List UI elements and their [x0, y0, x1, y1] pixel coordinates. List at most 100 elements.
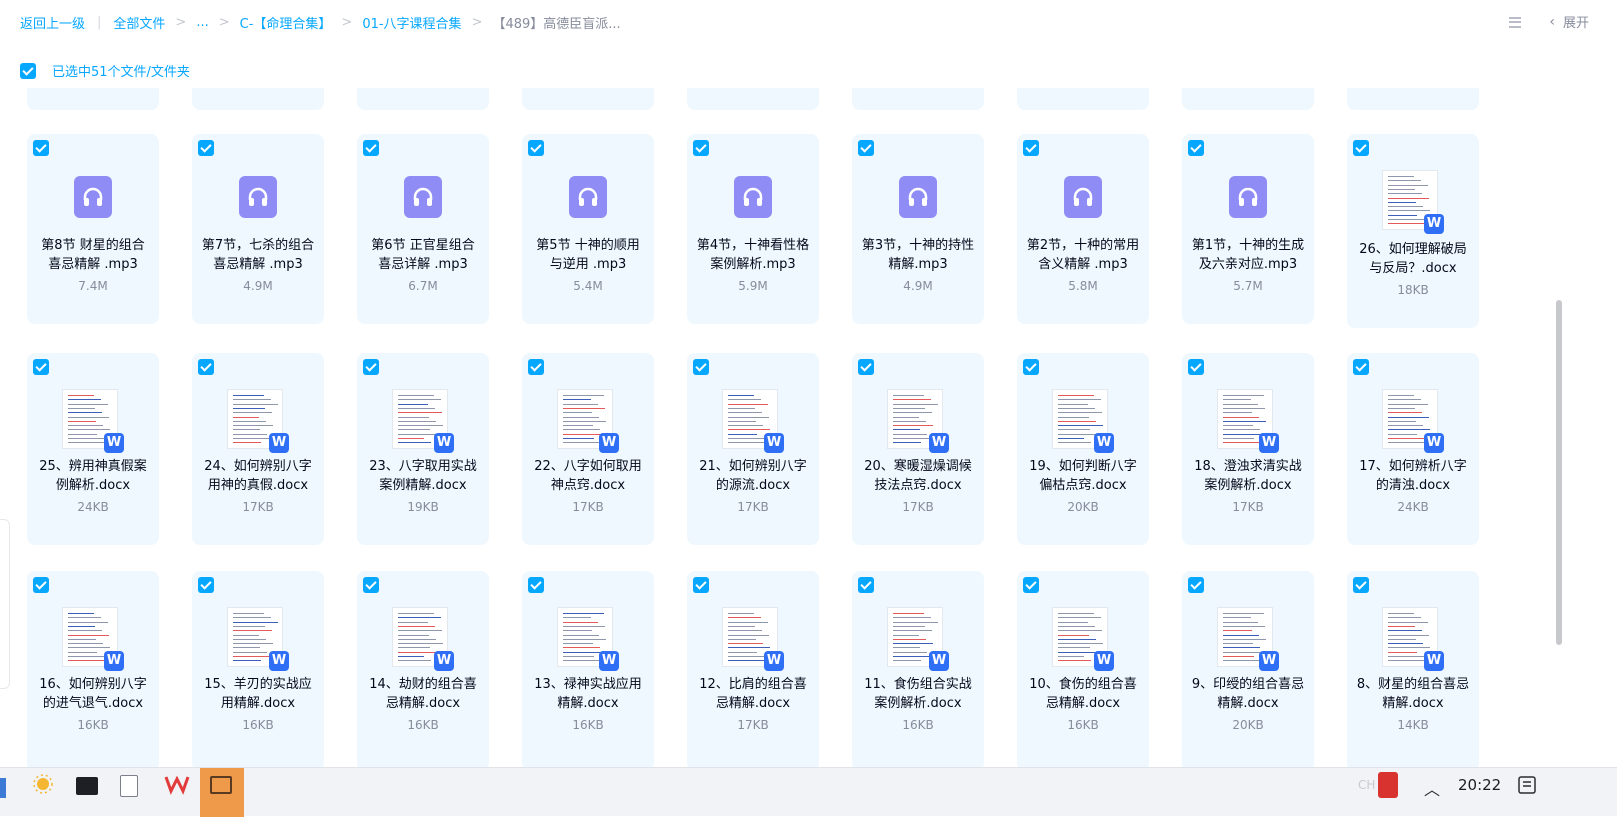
file-size: 5.7M — [1233, 279, 1263, 293]
file-checkbox[interactable] — [198, 140, 214, 156]
file-checkbox[interactable] — [363, 140, 379, 156]
file-card[interactable]: W 16、如何辨别八字 的进气退气.docx 16KB — [27, 571, 159, 771]
file-card[interactable]: W 21、如何辨别八字 的源流.docx 17KB — [687, 353, 819, 545]
file-name-line1: 17、如何辨析八字 — [1359, 459, 1467, 474]
card-stub[interactable] — [1347, 88, 1479, 110]
expand-button[interactable]: ‹ 展开 — [1549, 12, 1589, 32]
file-card[interactable]: 第4节，十神看性格 案例解析.mp3 5.9M — [687, 134, 819, 324]
file-card[interactable]: W 19、如何判断八字 偏枯点窍.docx 20KB — [1017, 353, 1149, 545]
notepad-app-icon[interactable] — [120, 775, 138, 797]
breadcrumb-crumb2[interactable]: 01-八字课程合集 — [362, 13, 461, 32]
file-checkbox[interactable] — [1023, 140, 1039, 156]
file-card[interactable]: 第5节 十神的顺用 与逆用 .mp3 5.4M — [522, 134, 654, 324]
file-checkbox[interactable] — [363, 577, 379, 593]
file-name-line1: 第1节，十神的生成 — [1191, 238, 1305, 253]
file-checkbox[interactable] — [858, 140, 874, 156]
file-size: 16KB — [1067, 718, 1099, 732]
file-checkbox[interactable] — [858, 359, 874, 375]
taskbar-app-icon[interactable] — [0, 778, 6, 798]
file-card[interactable]: 第6节 正官星组合 喜忌详解 .mp3 6.7M — [357, 134, 489, 324]
input-language[interactable]: CH — [1358, 778, 1375, 792]
card-stub[interactable] — [1017, 88, 1149, 110]
file-card[interactable]: W 14、劫财的组合喜 忌精解.docx 16KB — [357, 571, 489, 771]
file-checkbox[interactable] — [693, 577, 709, 593]
file-checkbox[interactable] — [693, 359, 709, 375]
file-name-line2: 及六亲对应.mp3 — [1198, 257, 1298, 272]
file-card[interactable]: W 10、食伤的组合喜 忌精解.docx 16KB — [1017, 571, 1149, 771]
file-card[interactable]: 第7节，七杀的组合 喜忌精解 .mp3 4.9M — [192, 134, 324, 324]
terminal-app-icon[interactable] — [76, 777, 98, 795]
breadcrumb-divider: | — [97, 15, 102, 30]
card-stub[interactable] — [27, 88, 159, 110]
file-checkbox[interactable] — [1023, 577, 1039, 593]
file-card[interactable]: W 8、财星的组合喜忌 精解.docx 14KB — [1347, 571, 1479, 771]
file-checkbox[interactable] — [1353, 140, 1369, 156]
file-card[interactable]: W 11、食伤组合实战 案例解析.docx 16KB — [852, 571, 984, 771]
file-checkbox[interactable] — [198, 359, 214, 375]
file-checkbox[interactable] — [858, 577, 874, 593]
active-window-tab[interactable] — [200, 768, 244, 817]
file-checkbox[interactable] — [33, 577, 49, 593]
card-stub[interactable] — [1182, 88, 1314, 110]
file-card[interactable]: W 25、辨用神真假案 例解析.docx 24KB — [27, 353, 159, 545]
file-card[interactable]: 第8节 财星的组合 喜忌精解 .mp3 7.4M — [27, 134, 159, 324]
file-checkbox[interactable] — [1188, 359, 1204, 375]
chevron-up-icon[interactable]: ︿ — [1424, 776, 1454, 806]
file-checkbox[interactable] — [528, 577, 544, 593]
file-name-line2: 忌精解.docx — [715, 696, 791, 711]
file-card[interactable]: W 17、如何辨析八字 的清浊.docx 24KB — [1347, 353, 1479, 545]
taskbar-clock[interactable]: 20:22 — [1458, 776, 1501, 794]
sun-app-icon[interactable] — [32, 773, 62, 803]
file-card[interactable]: W 22、八字如何取用 神点窍.docx 17KB — [522, 353, 654, 545]
notification-icon[interactable] — [1518, 776, 1536, 794]
word-doc-icon: W — [227, 607, 289, 671]
file-card[interactable]: W 15、羊刃的实战应 用精解.docx 16KB — [192, 571, 324, 771]
file-checkbox[interactable] — [1188, 140, 1204, 156]
file-card[interactable]: W 23、八字取用实战 案例精解.docx 19KB — [357, 353, 489, 545]
file-checkbox[interactable] — [1353, 359, 1369, 375]
headphones-icon — [404, 176, 442, 218]
file-card[interactable]: W 24、如何辨别八字 用神的真假.docx 17KB — [192, 353, 324, 545]
breadcrumb-all-files[interactable]: 全部文件 — [113, 13, 165, 32]
select-all-checkbox[interactable] — [20, 62, 36, 79]
file-checkbox[interactable] — [33, 359, 49, 375]
input-method-icon[interactable] — [1378, 772, 1398, 798]
file-card[interactable]: W 12、比肩的组合喜 忌精解.docx 17KB — [687, 571, 819, 771]
file-size: 5.4M — [573, 279, 603, 293]
file-name-line1: 第2节，十种的常用 — [1026, 238, 1140, 253]
file-checkbox[interactable] — [33, 140, 49, 156]
file-name-line1: 第8节 财星的组合 — [41, 238, 145, 253]
file-card[interactable]: 第1节，十神的生成 及六亲对应.mp3 5.7M — [1182, 134, 1314, 324]
file-checkbox[interactable] — [1188, 577, 1204, 593]
card-stub[interactable] — [192, 88, 324, 110]
breadcrumb-crumb1[interactable]: C-【命理合集】 — [240, 13, 332, 32]
file-card[interactable]: 第3节，十神的持性 精解.mp3 4.9M — [852, 134, 984, 324]
card-stub[interactable] — [852, 88, 984, 110]
file-checkbox[interactable] — [693, 140, 709, 156]
file-checkbox[interactable] — [528, 140, 544, 156]
wps-app-icon[interactable] — [164, 773, 194, 803]
file-card[interactable]: W 20、寒暖湿燥调候 技法点窍.docx 17KB — [852, 353, 984, 545]
card-stub[interactable] — [522, 88, 654, 110]
list-view-icon[interactable] — [1507, 15, 1523, 29]
file-card[interactable]: W 9、印绶的组合喜忌 精解.docx 20KB — [1182, 571, 1314, 771]
file-card[interactable]: W 26、如何理解破局 与反局？.docx 18KB — [1347, 134, 1479, 328]
file-checkbox[interactable] — [198, 577, 214, 593]
back-link[interactable]: 返回上一级 — [20, 13, 85, 32]
card-stub[interactable] — [687, 88, 819, 110]
headphones-icon — [734, 176, 772, 218]
card-stub[interactable] — [357, 88, 489, 110]
file-name-line1: 第4节，十神看性格 — [696, 238, 810, 253]
vertical-scrollbar[interactable] — [1556, 300, 1562, 645]
file-card[interactable]: 第2节，十种的常用 含义精解 .mp3 5.8M — [1017, 134, 1149, 324]
file-card[interactable]: W 18、澄浊求清实战 案例解析.docx 17KB — [1182, 353, 1314, 545]
file-checkbox[interactable] — [363, 359, 379, 375]
file-checkbox[interactable] — [528, 359, 544, 375]
word-badge-icon: W — [764, 433, 784, 453]
file-checkbox[interactable] — [1353, 577, 1369, 593]
breadcrumb-ellipsis[interactable]: ... — [196, 15, 208, 30]
headphones-icon — [569, 176, 607, 218]
file-name-line2: 的源流.docx — [715, 478, 791, 493]
file-card[interactable]: W 13、禄神实战应用 精解.docx 16KB — [522, 571, 654, 771]
file-checkbox[interactable] — [1023, 359, 1039, 375]
